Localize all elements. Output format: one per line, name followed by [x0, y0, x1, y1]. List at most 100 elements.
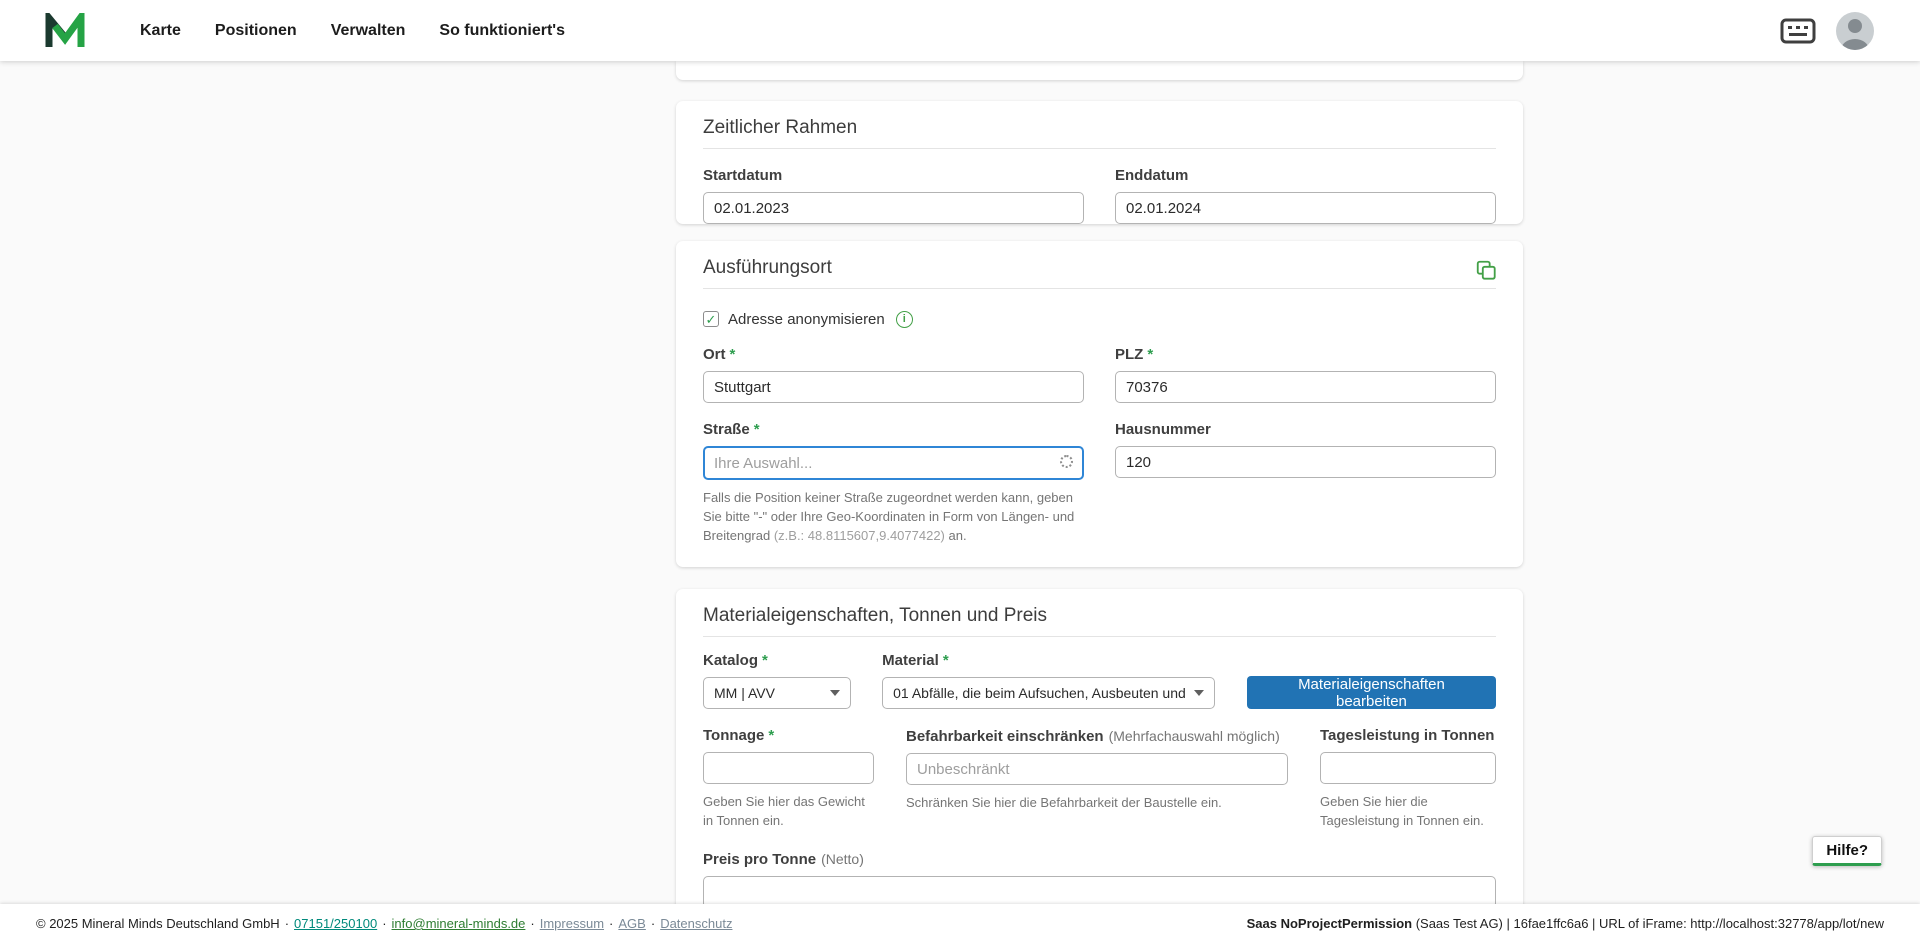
field-katalog: Katalog* MM | AVV [703, 652, 851, 709]
hausnummer-label: Hausnummer [1115, 421, 1496, 439]
coords-example: (z.B.: 48.8115607,9.4077422) [774, 528, 945, 543]
impressum-link[interactable]: Impressum [540, 916, 604, 931]
navbar-right [1780, 12, 1874, 50]
preis-input[interactable] [703, 876, 1496, 904]
preis-label: Preis pro Tonne(Netto) [703, 850, 1496, 869]
datenschutz-link[interactable]: Datenschutz [660, 916, 732, 931]
materialeigenschaften-bearbeiten-button[interactable]: Materialeigenschaften bearbeiten [1247, 676, 1496, 709]
anonymize-checkbox[interactable]: ✓ [703, 311, 719, 327]
separator: · [285, 916, 289, 931]
card-body: Katalog* MM | AVV Material* 01 Abfälle, … [676, 652, 1523, 904]
tonnage-input[interactable] [703, 752, 874, 784]
email-link[interactable]: info@mineral-minds.de [392, 916, 526, 931]
plz-input[interactable] [1115, 371, 1496, 403]
loading-spinner-icon [1060, 455, 1073, 468]
field-befahrbarkeit: Befahrbarkeit einschränken(Mehrfachauswa… [906, 727, 1288, 812]
copy-icon[interactable] [1475, 259, 1497, 281]
separator: · [530, 916, 534, 931]
user-avatar[interactable] [1836, 12, 1874, 50]
agb-link[interactable]: AGB [618, 916, 645, 931]
preis-hint: (Netto) [821, 851, 864, 867]
enddatum-label: Enddatum [1115, 167, 1496, 185]
caret-down-icon [830, 690, 840, 696]
ort-label: Ort* [703, 346, 1084, 364]
field-plz: PLZ* [1115, 346, 1496, 403]
befahrbarkeit-input[interactable] [906, 753, 1288, 785]
field-tagesleistung: Tagesleistung in Tonnen Geben Sie hier d… [1320, 727, 1496, 830]
field-startdatum: Startdatum [703, 167, 1084, 224]
phone-link[interactable]: 07151/250100 [294, 916, 377, 931]
form-column: Zeitlicher Rahmen Startdatum Enddatum [676, 61, 1523, 904]
nav-item-verwalten[interactable]: Verwalten [331, 22, 406, 40]
caret-down-icon [1194, 690, 1204, 696]
saas-permission-text: Saas NoProjectPermission [1247, 916, 1412, 931]
startdatum-label: Startdatum [703, 167, 1084, 185]
startdatum-input[interactable] [703, 192, 1084, 224]
strasse-help-text: Falls die Position keiner Straße zugeord… [703, 488, 1075, 545]
required-marker: * [730, 346, 736, 363]
plz-label: PLZ* [1115, 346, 1496, 364]
katalog-label: Katalog* [703, 652, 851, 670]
card-title-materialeigenschaften: Materialeigenschaften, Tonnen und Preis [703, 589, 1496, 637]
nav-item-so-funktionierts[interactable]: So funktioniert's [439, 22, 565, 40]
card-title-ausfuehrungsort: Ausführungsort [703, 241, 1496, 289]
required-marker: * [1147, 346, 1153, 363]
required-marker: * [943, 652, 949, 669]
card-title-zeitlicher-rahmen: Zeitlicher Rahmen [703, 101, 1496, 149]
footer-left: © 2025 Mineral Minds Deutschland GmbH · … [36, 916, 732, 931]
field-strasse: Straße* Falls die Position keiner Straße… [703, 421, 1084, 545]
mineral-minds-logo-icon [44, 13, 86, 49]
nav-item-positionen[interactable]: Positionen [215, 22, 297, 40]
tagesleistung-help: Geben Sie hier die Tagesleistung in Tonn… [1320, 792, 1496, 830]
nav-item-karte[interactable]: Karte [140, 22, 181, 40]
footer: © 2025 Mineral Minds Deutschland GmbH · … [0, 904, 1920, 943]
required-marker: * [754, 421, 760, 438]
field-material: Material* 01 Abfälle, die beim Aufsuchen… [882, 652, 1215, 709]
card-ausfuehrungsort: Ausführungsort ✓ Adresse anonymisieren i… [676, 241, 1523, 567]
anonymize-label: Adresse anonymisieren [728, 311, 885, 328]
material-row: Katalog* MM | AVV Material* 01 Abfälle, … [703, 652, 1496, 709]
tonnage-label: Tonnage* [703, 727, 874, 745]
footer-right: Saas NoProjectPermission (Saas Test AG) … [1247, 916, 1884, 931]
saas-info-text: (Saas Test AG) | 16fae1ffc6a6 | URL of i… [1412, 916, 1884, 931]
tonnage-row: Tonnage* Geben Sie hier das Gewicht in T… [703, 727, 1496, 830]
befahrbarkeit-help: Schränken Sie hier die Befahrbarkeit der… [906, 793, 1288, 812]
strasse-input[interactable] [703, 446, 1084, 480]
befahrbarkeit-hint: (Mehrfachauswahl möglich) [1109, 728, 1280, 744]
ort-input[interactable] [703, 371, 1084, 403]
befahrbarkeit-label: Befahrbarkeit einschränken(Mehrfachauswa… [906, 727, 1288, 746]
strasse-label: Straße* [703, 421, 1084, 439]
main-nav: Karte Positionen Verwalten So funktionie… [140, 22, 565, 40]
katalog-select[interactable]: MM | AVV [703, 677, 851, 709]
card-zeitlicher-rahmen: Zeitlicher Rahmen Startdatum Enddatum [676, 101, 1523, 224]
field-preis: Preis pro Tonne(Netto) [703, 850, 1496, 904]
keyboard-icon[interactable] [1780, 18, 1816, 44]
field-enddatum: Enddatum [1115, 167, 1496, 224]
brand-logo[interactable] [44, 13, 86, 49]
required-marker: * [762, 652, 768, 669]
field-tonnage: Tonnage* Geben Sie hier das Gewicht in T… [703, 727, 874, 830]
material-select[interactable]: 01 Abfälle, die beim Aufsuchen, Ausbeute… [882, 677, 1215, 709]
separator: · [651, 916, 655, 931]
info-icon[interactable]: i [896, 311, 913, 328]
material-value: 01 Abfälle, die beim Aufsuchen, Ausbeute… [893, 685, 1186, 701]
anonymize-row: ✓ Adresse anonymisieren i [703, 310, 1496, 328]
separator: · [609, 916, 613, 931]
content-area: Zeitlicher Rahmen Startdatum Enddatum [0, 61, 1920, 904]
previous-card-partial [676, 61, 1523, 80]
material-label: Material* [882, 652, 1215, 670]
hausnummer-input[interactable] [1115, 446, 1496, 478]
tagesleistung-label: Tagesleistung in Tonnen [1320, 727, 1496, 745]
required-marker: * [768, 727, 774, 744]
separator: · [382, 916, 386, 931]
card-materialeigenschaften: Materialeigenschaften, Tonnen und Preis … [676, 589, 1523, 904]
tagesleistung-input[interactable] [1320, 752, 1496, 784]
tonnage-help: Geben Sie hier das Gewicht in Tonnen ein… [703, 792, 874, 830]
top-navbar: Karte Positionen Verwalten So funktionie… [0, 0, 1920, 61]
card-body: ✓ Adresse anonymisieren i Ort* PLZ* [676, 310, 1523, 545]
copyright-text: © 2025 Mineral Minds Deutschland GmbH [36, 916, 280, 931]
enddatum-input[interactable] [1115, 192, 1496, 224]
katalog-value: MM | AVV [714, 685, 775, 701]
help-button[interactable]: Hilfe? [1812, 836, 1882, 866]
card-body: Startdatum Enddatum [676, 167, 1523, 224]
